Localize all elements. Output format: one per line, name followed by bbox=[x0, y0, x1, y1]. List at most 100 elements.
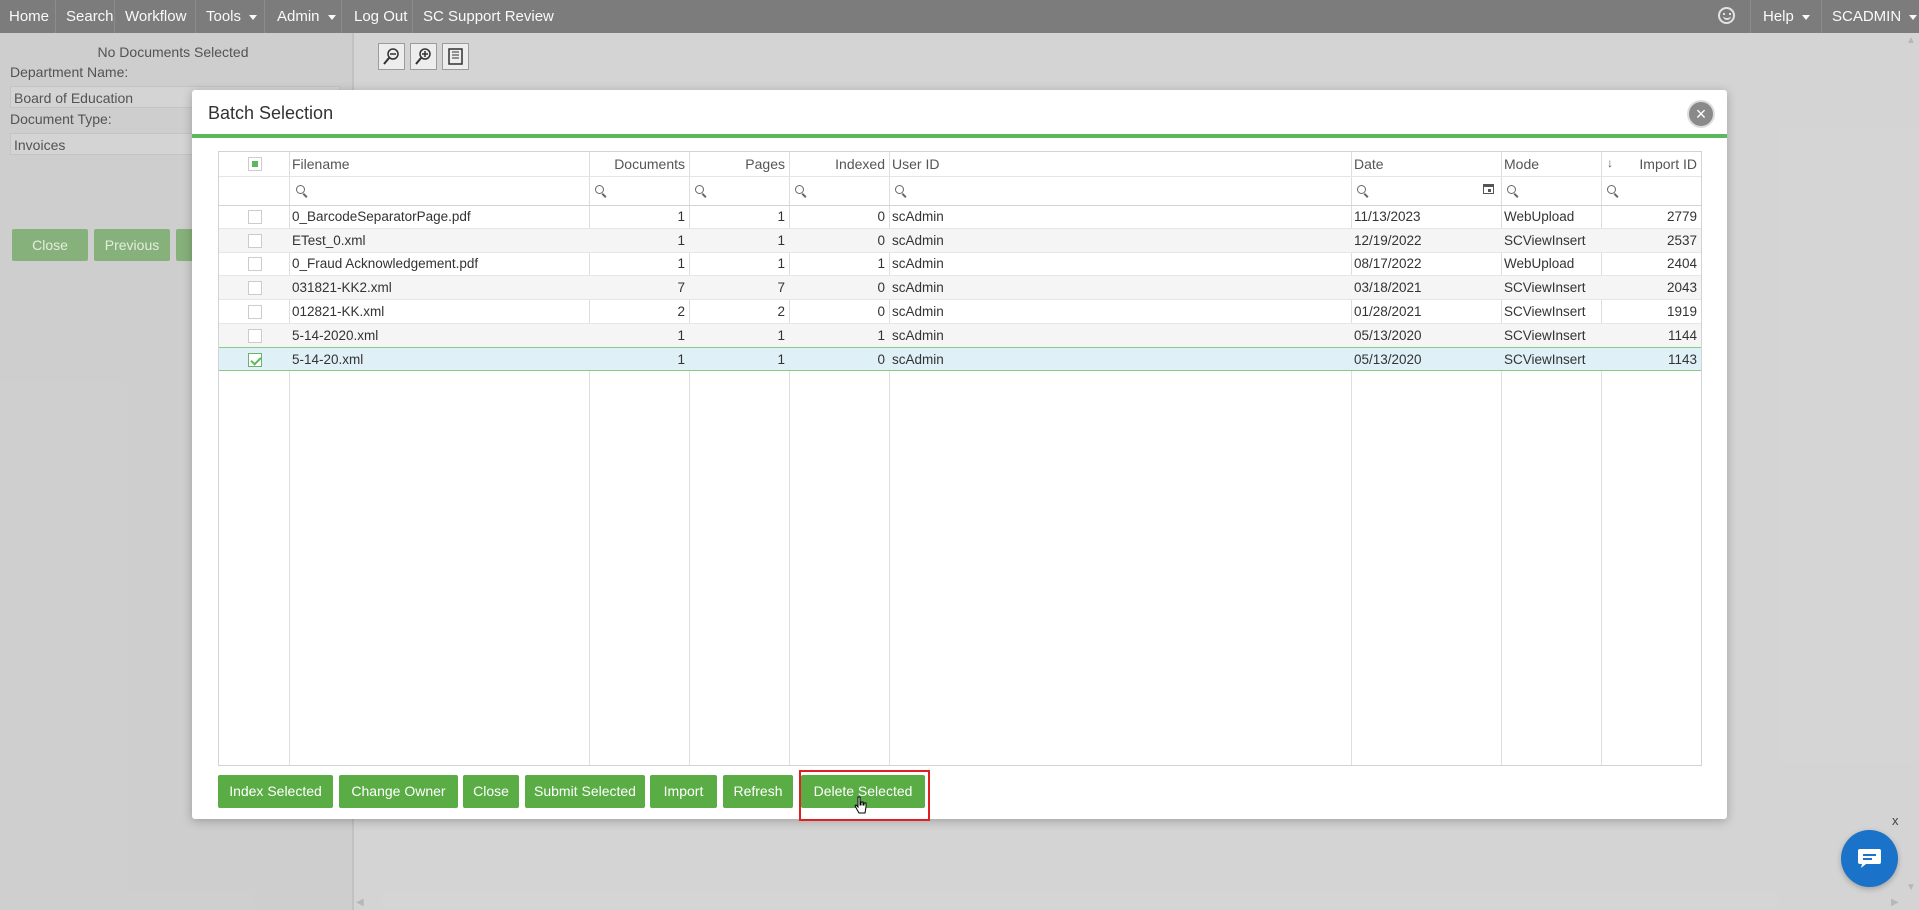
import-id-cell: 1919 bbox=[1666, 303, 1697, 319]
column-header-date[interactable]: Date bbox=[1354, 152, 1384, 176]
filename-cell: 012821-KK.xml bbox=[292, 303, 385, 319]
import-id-cell: 2537 bbox=[1666, 232, 1697, 248]
date-cell: 08/17/2022 bbox=[1354, 256, 1422, 272]
column-header-user-id[interactable]: User ID bbox=[892, 152, 939, 176]
table-row[interactable]: 5-14-2020.xml 1 1 1 scAdmin 05/13/2020 SCViewI… bbox=[219, 323, 1701, 348]
filename-filter-search-icon[interactable] bbox=[296, 185, 305, 194]
documents-cell: 7 bbox=[677, 280, 685, 296]
mode-cell: SCViewInsert bbox=[1504, 303, 1586, 319]
calendar-icon[interactable] bbox=[1483, 184, 1494, 194]
filter-row bbox=[219, 176, 1701, 206]
row-checkbox[interactable] bbox=[248, 328, 262, 343]
column-header-indexed[interactable]: Indexed bbox=[789, 152, 885, 176]
indexed-cell: 0 bbox=[877, 352, 885, 368]
date-cell: 11/13/2023 bbox=[1354, 209, 1421, 224]
import-id-filter-search-icon[interactable] bbox=[1607, 185, 1616, 194]
indexed-cell: 1 bbox=[877, 256, 885, 272]
filename-cell: 5-14-20.xml bbox=[292, 352, 364, 368]
import-id-cell: 1143 bbox=[1667, 352, 1697, 368]
mode-cell: WebUpload bbox=[1504, 209, 1575, 224]
mode-cell: SCViewInsert bbox=[1504, 280, 1586, 296]
row-checkbox[interactable] bbox=[248, 257, 262, 272]
import-id-cell: 2404 bbox=[1666, 256, 1697, 272]
batch-grid: Filename Documents Pages Indexed User ID… bbox=[218, 151, 1702, 766]
indexed-cell: 1 bbox=[877, 327, 885, 343]
chat-dismiss-icon[interactable]: x bbox=[1892, 813, 1899, 828]
mode-cell: SCViewInsert bbox=[1504, 352, 1586, 368]
user-id-cell: scAdmin bbox=[892, 256, 944, 272]
column-header-import-id[interactable]: Import ID bbox=[1601, 152, 1697, 176]
mode-cell: WebUpload bbox=[1504, 256, 1575, 272]
pages-cell: 1 bbox=[777, 352, 785, 368]
table-row[interactable]: 0_Fraud Acknowledgement.pdf 1 1 1 scAdmin 08/… bbox=[219, 252, 1701, 277]
date-cell: 05/13/2020 bbox=[1354, 327, 1422, 343]
user-id-cell: scAdmin bbox=[892, 352, 944, 368]
pages-cell: 7 bbox=[777, 280, 785, 296]
import-id-cell: 1144 bbox=[1667, 327, 1697, 343]
pages-cell: 1 bbox=[777, 327, 785, 343]
pages-cell: 2 bbox=[777, 303, 785, 319]
column-header-mode[interactable]: Mode bbox=[1504, 152, 1539, 176]
chat-launcher-button[interactable] bbox=[1841, 830, 1898, 887]
documents-cell: 1 bbox=[677, 232, 685, 248]
date-filter-search-icon[interactable] bbox=[1357, 185, 1366, 194]
pages-cell: 1 bbox=[777, 232, 785, 248]
title-divider bbox=[192, 134, 1727, 138]
pages-filter-search-icon[interactable] bbox=[695, 185, 704, 194]
date-cell: 03/18/2021 bbox=[1354, 280, 1422, 296]
documents-cell: 1 bbox=[677, 352, 685, 368]
mode-cell: SCViewInsert bbox=[1504, 327, 1586, 343]
dialog-title: Batch Selection bbox=[208, 103, 334, 123]
import-button[interactable]: Import bbox=[650, 775, 717, 808]
pages-cell: 1 bbox=[777, 209, 785, 224]
row-checkbox[interactable] bbox=[248, 210, 262, 224]
date-cell: 05/13/2020 bbox=[1354, 352, 1422, 368]
table-row[interactable]: 0_BarcodeSeparatorPage.pdf 1 1 0 scAdmin 11/1… bbox=[219, 205, 1701, 229]
table-row[interactable]: 5-14-20.xml 1 1 0 scAdmin 05/13/2020 SCViewIns… bbox=[219, 347, 1701, 372]
table-row[interactable]: 031821-KK2.xml 7 7 0 scAdmin 03/18/2021 SCView… bbox=[219, 276, 1701, 301]
column-header-documents[interactable]: Documents bbox=[589, 152, 685, 176]
date-cell: 01/28/2021 bbox=[1354, 303, 1422, 319]
documents-cell: 1 bbox=[677, 256, 685, 272]
user-id-cell: scAdmin bbox=[892, 303, 944, 319]
filename-cell: 031821-KK2.xml bbox=[292, 280, 392, 296]
table-row[interactable]: ETest_0.xml 1 1 0 scAdmin 12/19/2022 SCViewIns… bbox=[219, 228, 1701, 253]
filename-cell: 0_BarcodeSeparatorPage.pdf bbox=[292, 209, 471, 224]
select-all-checkbox[interactable] bbox=[248, 157, 262, 171]
hand-cursor-icon bbox=[854, 796, 867, 814]
user-id-cell: scAdmin bbox=[892, 232, 944, 248]
row-checkbox[interactable] bbox=[248, 281, 262, 296]
close-button[interactable]: Close bbox=[463, 775, 519, 808]
user-id-cell: scAdmin bbox=[892, 327, 944, 343]
refresh-button[interactable]: Refresh bbox=[723, 775, 793, 808]
row-checkbox[interactable] bbox=[248, 304, 262, 319]
column-header-filename[interactable]: Filename bbox=[292, 152, 350, 176]
chat-bubble-icon bbox=[1858, 849, 1881, 868]
filename-cell: ETest_0.xml bbox=[292, 232, 366, 248]
documents-cell: 1 bbox=[677, 327, 685, 343]
mode-filter-search-icon[interactable] bbox=[1507, 185, 1516, 194]
user-filter-search-icon[interactable] bbox=[895, 185, 904, 194]
row-checkbox[interactable] bbox=[248, 353, 262, 368]
batch-selection-dialog: Batch Selection × Filename Documents Pag… bbox=[192, 90, 1727, 819]
filename-cell: 0_Fraud Acknowledgement.pdf bbox=[292, 256, 479, 272]
import-id-cell: 2779 bbox=[1666, 209, 1697, 224]
change-owner-button[interactable]: Change Owner bbox=[339, 775, 458, 808]
table-row[interactable]: 012821-KK.xml 2 2 0 scAdmin 01/28/2021 SCViewI… bbox=[219, 300, 1701, 324]
mode-cell: SCViewInsert bbox=[1504, 232, 1586, 248]
date-cell: 12/19/2022 bbox=[1354, 232, 1422, 248]
close-icon[interactable]: × bbox=[1687, 100, 1715, 128]
index-selected-button[interactable]: Index Selected bbox=[218, 775, 333, 808]
indexed-filter-search-icon[interactable] bbox=[795, 185, 804, 194]
user-id-cell: scAdmin bbox=[892, 209, 944, 224]
documents-cell: 1 bbox=[677, 209, 685, 224]
submit-selected-button[interactable]: Submit Selected bbox=[525, 775, 645, 808]
import-id-cell: 2043 bbox=[1666, 280, 1697, 296]
indexed-cell: 0 bbox=[877, 280, 885, 296]
user-id-cell: scAdmin bbox=[892, 280, 944, 296]
documents-filter-search-icon[interactable] bbox=[595, 185, 604, 194]
row-checkbox[interactable] bbox=[248, 233, 262, 248]
pages-cell: 1 bbox=[777, 256, 785, 272]
indexed-cell: 0 bbox=[877, 232, 885, 248]
column-header-pages[interactable]: Pages bbox=[689, 152, 785, 176]
